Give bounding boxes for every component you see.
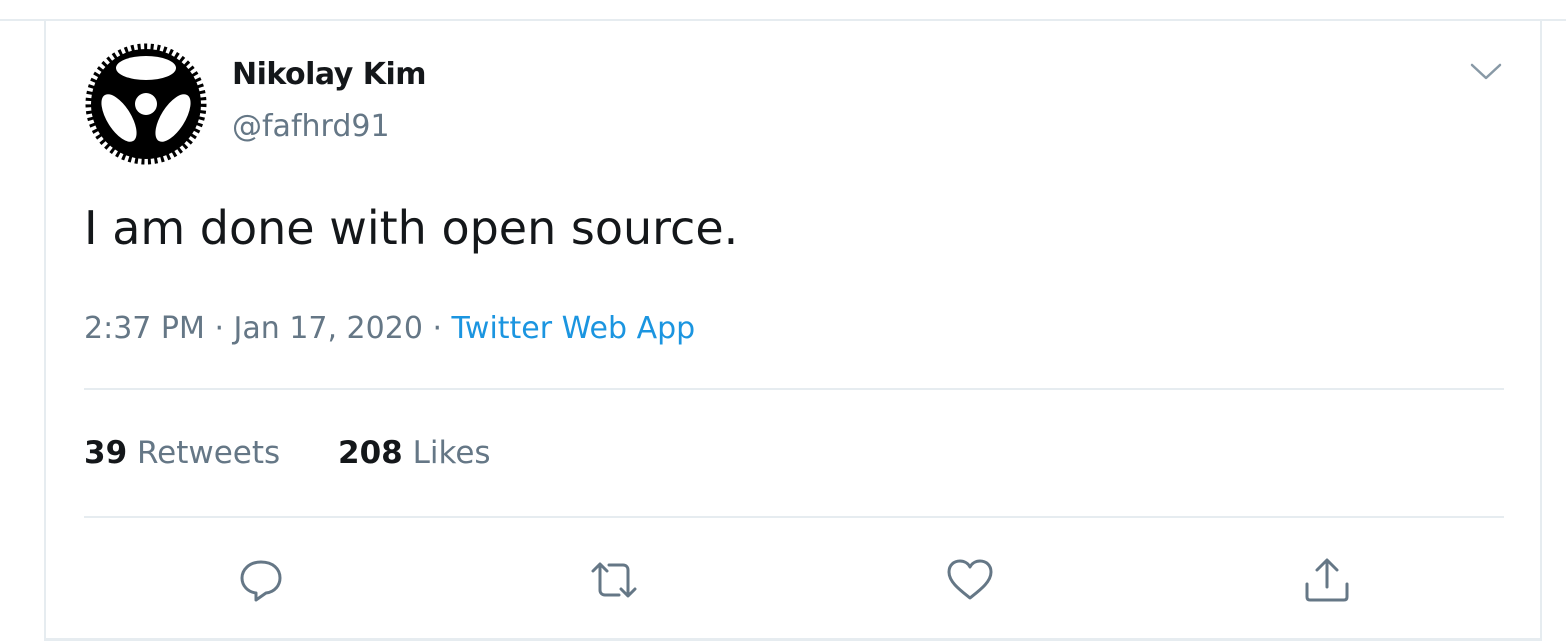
retweets-stat[interactable]: 39 Retweets (84, 435, 280, 471)
reply-button[interactable] (234, 553, 288, 607)
meta-separator: · (214, 311, 224, 346)
share-icon (1305, 558, 1349, 602)
tweet-metadata: 2:37 PM · Jan 17, 2020 · Twitter Web App (84, 311, 695, 346)
tweet-time[interactable]: 2:37 PM (84, 311, 205, 346)
top-strip (0, 0, 1566, 21)
tweet-date[interactable]: Jan 17, 2020 (234, 311, 423, 346)
retweets-label: Retweets (137, 435, 281, 471)
like-icon (947, 559, 993, 600)
retweet-button[interactable] (587, 553, 641, 607)
divider (84, 516, 1504, 518)
likes-label: Likes (412, 435, 491, 471)
retweet-icon (591, 562, 637, 598)
meta-separator: · (432, 311, 442, 346)
author-handle[interactable]: @fafhrd91 (232, 109, 390, 144)
share-button[interactable] (1300, 553, 1354, 607)
divider (84, 388, 1504, 390)
chevron-down-icon (1470, 63, 1502, 80)
author-display-name[interactable]: Nikolay Kim (232, 57, 427, 92)
reply-icon (240, 560, 282, 602)
likes-stat[interactable]: 208 Likes (338, 435, 491, 471)
like-button[interactable] (943, 553, 997, 607)
retweets-count: 39 (84, 435, 128, 471)
tweet-stats: 39 Retweets 208 Likes (84, 435, 491, 471)
gear-cog-avatar-icon (85, 43, 207, 165)
likes-count: 208 (338, 435, 403, 471)
tweet-text: I am done with open source. (84, 201, 739, 255)
tweet-source-link[interactable]: Twitter Web App (452, 311, 696, 346)
tweet-menu-button[interactable] (1466, 57, 1506, 87)
avatar[interactable] (84, 42, 208, 166)
tweet-card: Nikolay Kim @fafhrd91 I am done with ope… (44, 21, 1542, 641)
